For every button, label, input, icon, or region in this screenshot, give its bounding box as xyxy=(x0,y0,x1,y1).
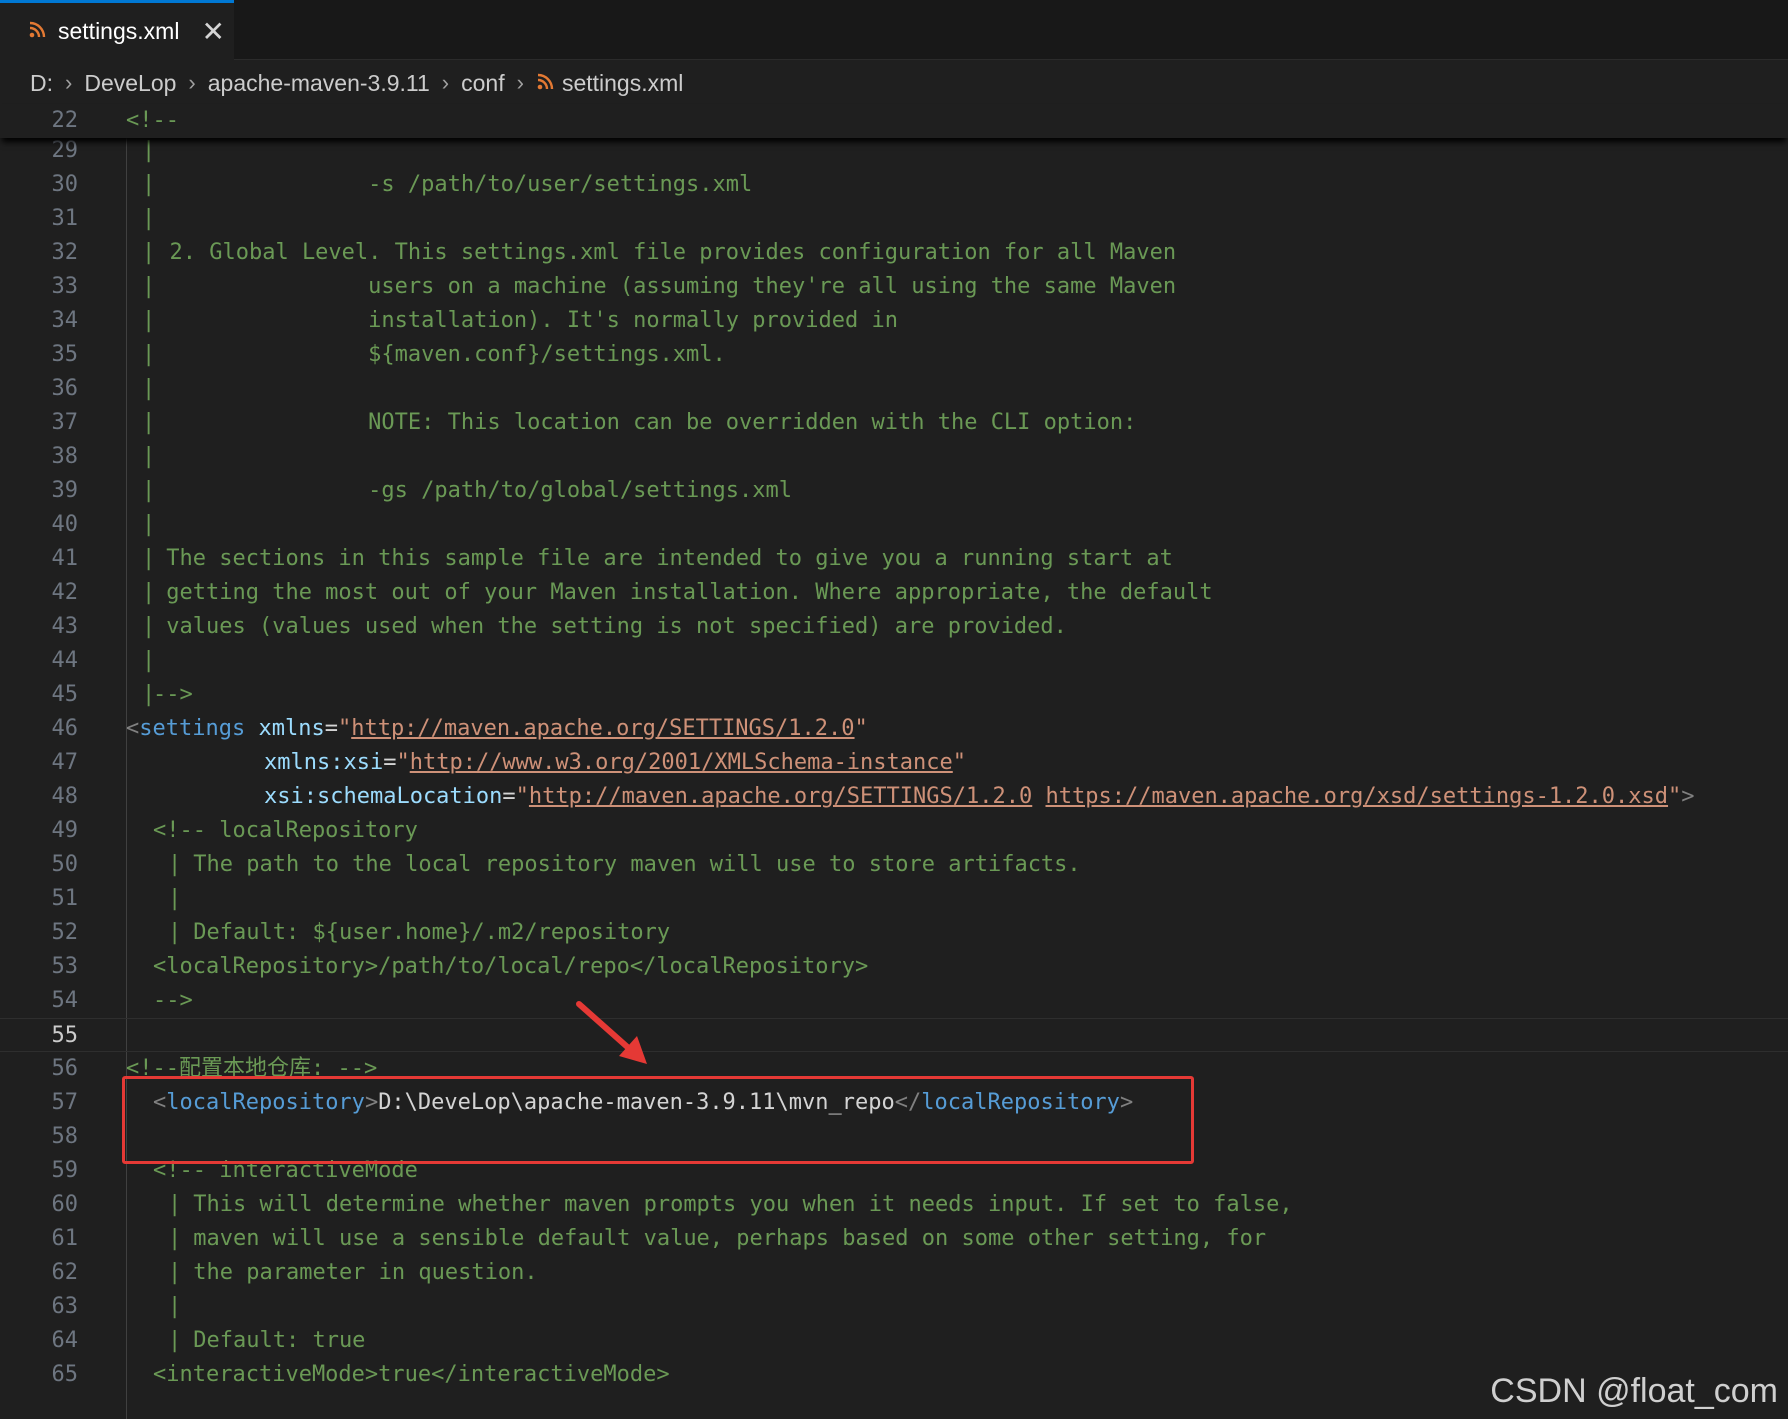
breadcrumb-item-conf[interactable]: conf xyxy=(461,70,504,97)
code-line[interactable]: 44 | xyxy=(0,644,1788,678)
chevron-right-icon: › xyxy=(188,70,196,95)
code-line[interactable]: 35 | ${maven.conf}/settings.xml. xyxy=(0,338,1788,372)
line-number: 22 xyxy=(51,108,79,133)
code-line[interactable]: 42 | getting the most out of your Maven i… xyxy=(0,576,1788,610)
code-line[interactable]: 38 | xyxy=(0,440,1788,474)
rss-icon xyxy=(28,18,46,45)
sticky-scroll-line[interactable]: 22 <!-- xyxy=(0,104,1788,138)
chevron-right-icon: › xyxy=(441,70,450,95)
code-line[interactable]: 34 | installation). It's normally provide… xyxy=(0,304,1788,338)
sticky-code: <!-- xyxy=(126,108,179,133)
code-line[interactable]: 47 xmlns:xsi="http://www.w3.org/2001/XMLS… xyxy=(0,746,1788,780)
watermark: CSDN @float_com xyxy=(1490,1372,1778,1410)
code-line[interactable]: 36 | xyxy=(0,372,1788,406)
code-line[interactable]: 30 | -s /path/to/user/settings.xml xyxy=(0,168,1788,202)
code-line[interactable]: 48 xsi:schemaLocation="http://maven.apach… xyxy=(0,780,1788,814)
code-line[interactable]: 41 | The sections in this sample file are… xyxy=(0,542,1788,576)
breadcrumb-item-develop[interactable]: DeveLop xyxy=(84,70,176,97)
code-line[interactable]: 37 | NOTE: This location can be overridde… xyxy=(0,406,1788,440)
code-line[interactable]: 33 | users on a machine (assuming they're… xyxy=(0,270,1788,304)
code-line[interactable]: 32 | 2. Global Level. This settings.xml f… xyxy=(0,236,1788,270)
code-line[interactable]: 61 | maven will use a sensible default va… xyxy=(0,1222,1788,1256)
code-line[interactable]: 46 <settings xmlns="http://maven.apache.o… xyxy=(0,712,1788,746)
code-line[interactable]: 31 | xyxy=(0,202,1788,236)
code-line[interactable]: 51 | xyxy=(0,882,1788,916)
code-line[interactable]: 45 | --> xyxy=(0,678,1788,712)
code-line[interactable]: 50 | The path to the local repository mav… xyxy=(0,848,1788,882)
chevron-right-icon: › xyxy=(65,70,73,95)
code-line[interactable]: 40 | xyxy=(0,508,1788,542)
breadcrumb: D: › DeveLop › apache-maven-3.9.11 › con… xyxy=(0,62,1788,104)
tab-settings-xml[interactable]: settings.xml ✕ xyxy=(0,0,234,60)
code-line[interactable]: 39 | -gs /path/to/global/settings.xml xyxy=(0,474,1788,508)
annotation-arrow-icon xyxy=(576,1001,647,1064)
code-line[interactable]: 62 | the parameter in question. xyxy=(0,1256,1788,1290)
rss-icon xyxy=(536,70,554,97)
annotation-highlight-box xyxy=(122,1076,1194,1164)
code-editor[interactable]: 29 | 30 | -s /path/to/user/settings.xml 31… xyxy=(0,119,1788,1419)
code-line[interactable]: 63 | xyxy=(0,1290,1788,1324)
code-line[interactable]: 49 <!-- localRepository xyxy=(0,814,1788,848)
code-line[interactable]: 64 | Default: true xyxy=(0,1324,1788,1358)
code-line[interactable]: 43 | values (values used when the setting… xyxy=(0,610,1788,644)
code-line-current[interactable]: 55 xyxy=(0,1018,1788,1052)
tab-label: settings.xml xyxy=(58,18,180,44)
breadcrumb-item-maven[interactable]: apache-maven-3.9.11 xyxy=(208,70,430,97)
tab-bar: settings.xml ✕ xyxy=(0,0,1788,60)
code-line[interactable]: 53 <localRepository>/path/to/local/repo</… xyxy=(0,950,1788,984)
breadcrumb-item-file[interactable]: settings.xml xyxy=(562,70,683,97)
breadcrumb-item-drive[interactable]: D: xyxy=(30,70,53,97)
code-line[interactable]: 54 --> xyxy=(0,984,1788,1018)
chevron-right-icon: › xyxy=(516,70,524,95)
code-line[interactable]: 52 | Default: ${user.home}/.m2/repository xyxy=(0,916,1788,950)
close-icon[interactable]: ✕ xyxy=(201,17,224,46)
code-line[interactable]: 60 | This will determine whether maven pr… xyxy=(0,1188,1788,1222)
code-line[interactable]: 29 | xyxy=(0,134,1788,168)
